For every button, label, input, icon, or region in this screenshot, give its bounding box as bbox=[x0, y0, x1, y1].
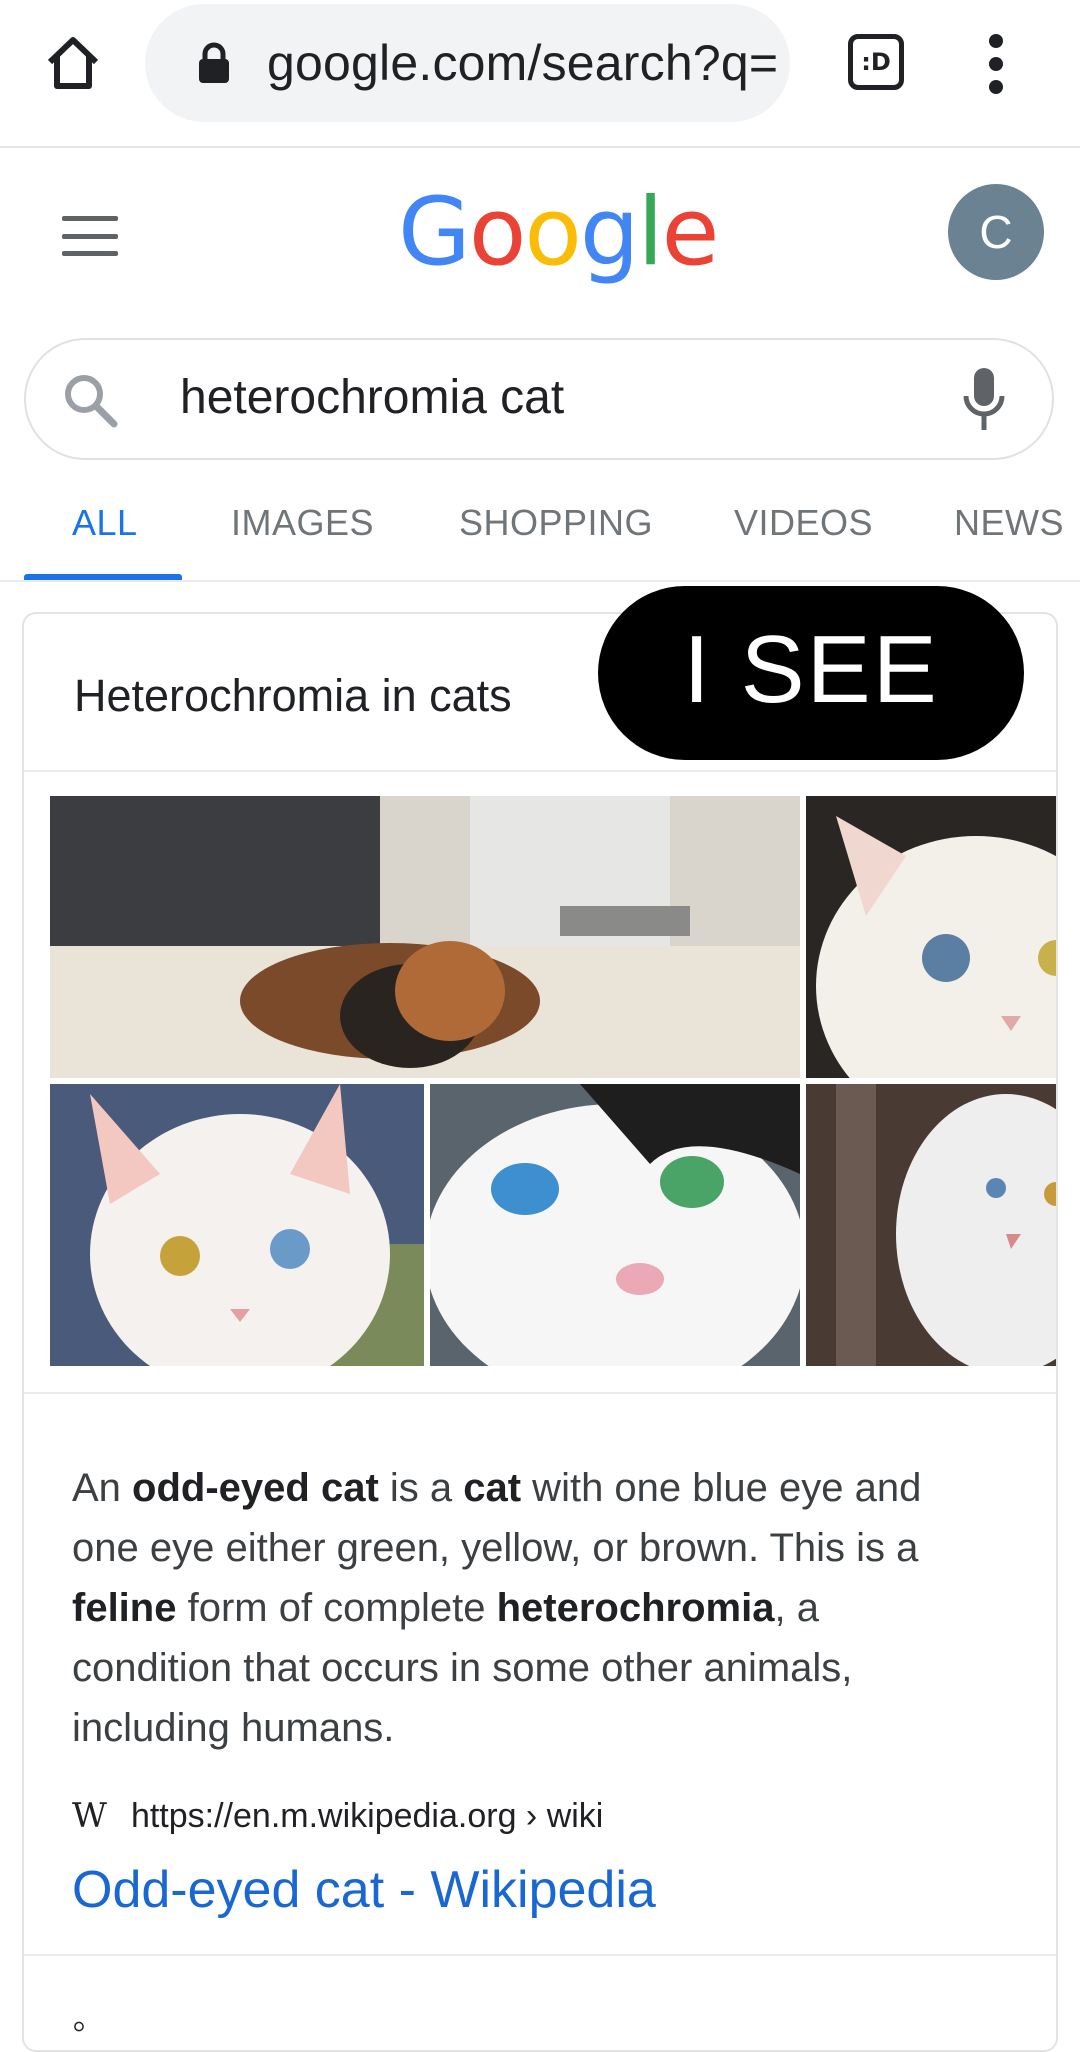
search-tabs: ALL IMAGES SHOPPING VIDEOS NEWS bbox=[0, 476, 1080, 582]
divider bbox=[24, 1392, 1056, 1394]
browser-toolbar: google.com/search?q= :D bbox=[0, 0, 1080, 148]
logo-letter: g bbox=[579, 178, 640, 287]
google-logo[interactable]: Google bbox=[398, 178, 720, 287]
more-dot-icon bbox=[989, 80, 1003, 94]
cat-image-4[interactable] bbox=[430, 1084, 800, 1366]
result-snippet: An odd-eyed cat is a cat with one blue e… bbox=[72, 1458, 972, 1758]
more-dot-icon bbox=[989, 57, 1003, 71]
logo-letter: G bbox=[398, 178, 471, 287]
hamburger-menu-icon[interactable] bbox=[62, 216, 118, 256]
search-query-text[interactable]: heterochromia cat bbox=[180, 370, 564, 425]
cat-image-5[interactable] bbox=[806, 1084, 1056, 1366]
cat-image-1[interactable] bbox=[50, 796, 800, 1078]
browser-menu-button[interactable] bbox=[976, 34, 1016, 94]
snippet-bold-text: odd-eyed cat bbox=[132, 1466, 379, 1510]
snippet-text: form of complete bbox=[176, 1586, 497, 1630]
result-source[interactable]: W https://en.m.wikipedia.org › wiki bbox=[72, 1796, 603, 1836]
next-result-partial: ◦ bbox=[72, 2004, 87, 2048]
account-avatar[interactable]: C bbox=[948, 184, 1044, 280]
logo-letter: l bbox=[637, 178, 664, 287]
tab-images[interactable]: IMAGES bbox=[231, 502, 374, 544]
snippet-bold-text: cat bbox=[463, 1466, 522, 1510]
source-url: https://en.m.wikipedia.org › wiki bbox=[130, 1796, 604, 1835]
search-box[interactable]: heterochromia cat bbox=[24, 338, 1054, 460]
search-icon bbox=[65, 375, 118, 428]
divider bbox=[24, 770, 1056, 772]
wikipedia-icon: W bbox=[72, 1796, 107, 1836]
tab-videos[interactable]: VIDEOS bbox=[734, 502, 873, 544]
card-title: Heterochromia in cats bbox=[74, 670, 512, 721]
lock-icon bbox=[199, 42, 229, 83]
logo-letter: e bbox=[661, 178, 720, 287]
tab-shopping[interactable]: SHOPPING bbox=[459, 502, 653, 544]
home-icon bbox=[47, 37, 99, 89]
home-button[interactable] bbox=[38, 28, 108, 98]
logo-letter: o bbox=[524, 178, 581, 287]
cat-image-2[interactable] bbox=[806, 796, 1056, 1078]
snippet-bold-text: heterochromia bbox=[496, 1586, 775, 1630]
snippet-bold-text: feline bbox=[72, 1586, 177, 1630]
url-text: google.com/search?q= bbox=[267, 35, 779, 91]
more-dot-icon bbox=[989, 34, 1003, 48]
snippet-text: An bbox=[72, 1466, 133, 1510]
address-bar[interactable]: google.com/search?q= bbox=[145, 4, 790, 122]
logo-letter: o bbox=[468, 178, 526, 287]
microphone-icon[interactable] bbox=[962, 366, 1006, 432]
tab-news[interactable]: NEWS bbox=[954, 502, 1064, 544]
active-tab-indicator bbox=[24, 574, 182, 580]
divider bbox=[24, 1954, 1056, 1956]
cat-image-3[interactable] bbox=[50, 1084, 424, 1366]
tab-all[interactable]: ALL bbox=[72, 502, 138, 544]
knowledge-card: Heterochromia in cats bbox=[22, 612, 1058, 2052]
i-see-overlay-label: I SEE bbox=[598, 586, 1024, 760]
result-title-link[interactable]: Odd-eyed cat - Wikipedia bbox=[72, 1860, 656, 1920]
tab-switcher-button[interactable]: :D bbox=[848, 34, 904, 90]
snippet-text: is a bbox=[378, 1466, 464, 1510]
